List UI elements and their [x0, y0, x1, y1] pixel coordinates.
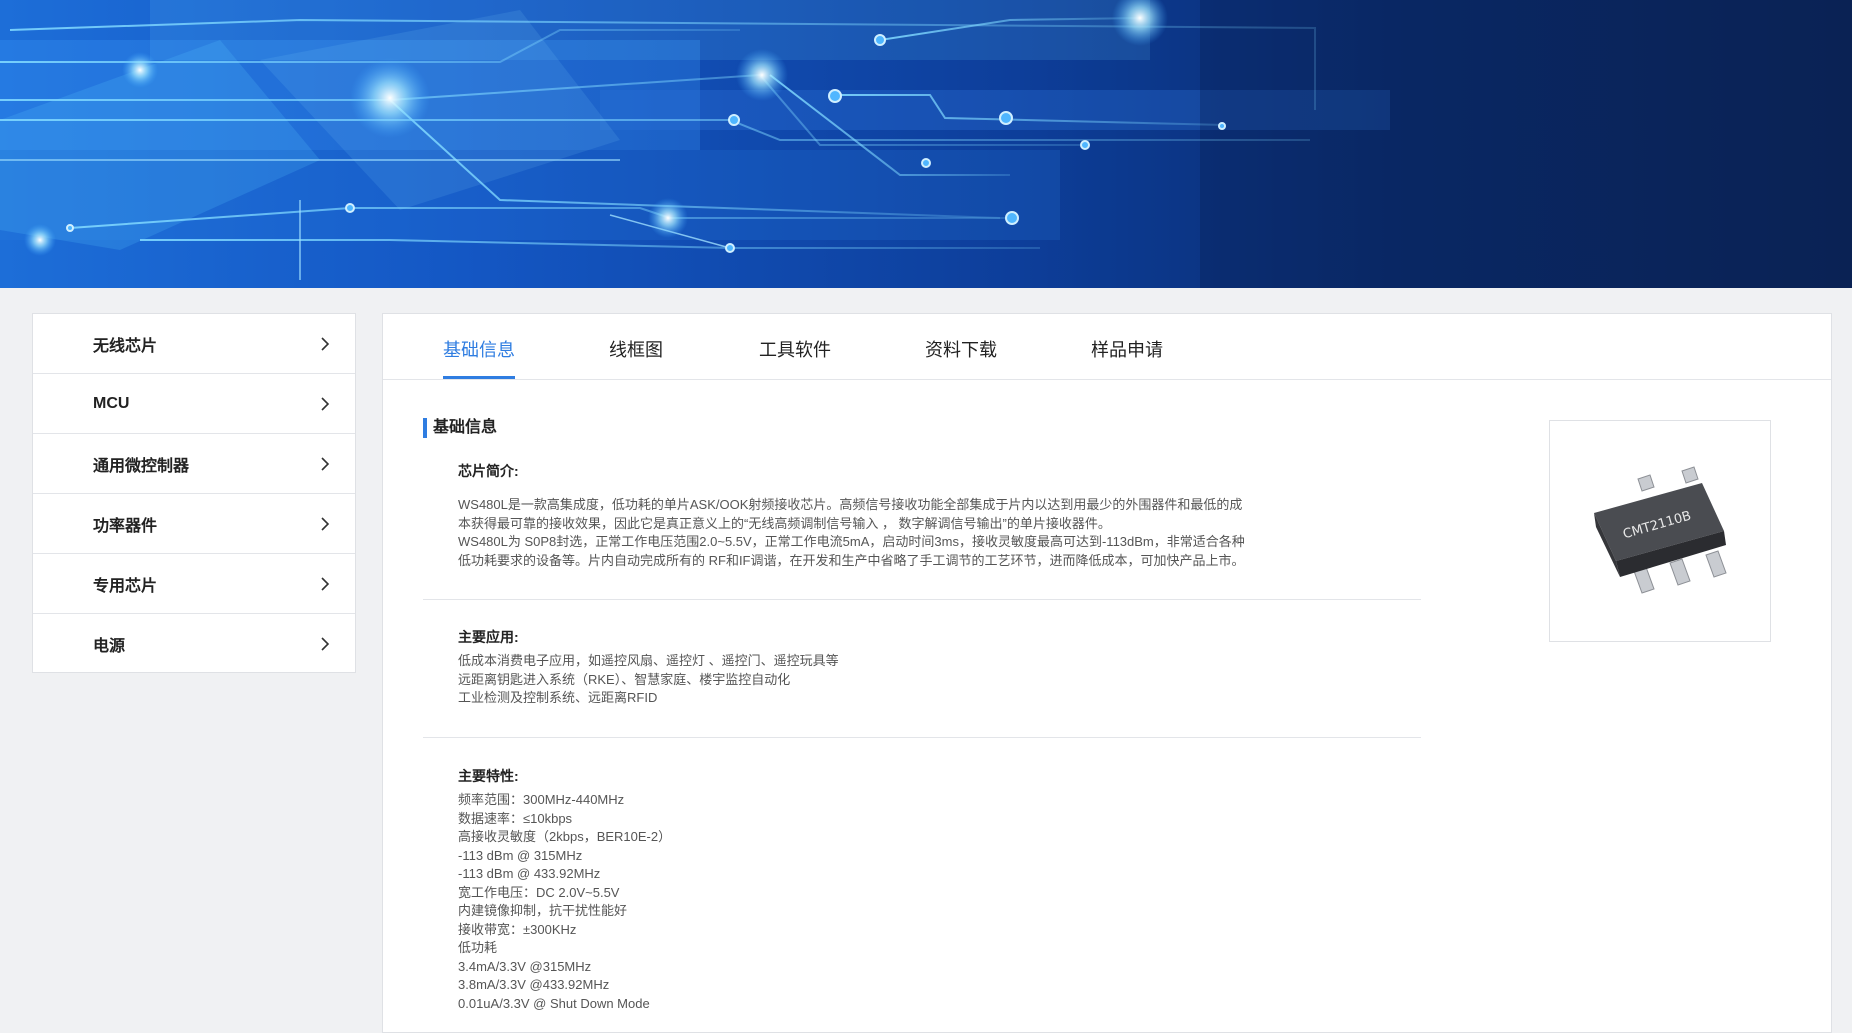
hero-banner [0, 0, 1852, 288]
intro-text: WS480L是一款高集成度，低功耗的单片ASK/OOK射频接收芯片。高频信号接收… [458, 496, 1245, 570]
sidebar-item-label: 功率器件 [93, 517, 158, 535]
tab-sample-request[interactable]: 样品申请 [1091, 336, 1163, 376]
sidebar-item-power-supply[interactable]: 电源 [33, 614, 355, 674]
sidebar-item-label: 电源 [93, 638, 126, 655]
intro-line: WS480L为 S0P8封选，正常工作电压范围2.0~5.5V，正常工作电流5m… [458, 534, 1245, 549]
intro-title: 芯片简介: [458, 463, 519, 479]
feature-line: 低功耗 [458, 940, 498, 955]
feature-line: 0.01uA/3.3V @ Shut Down Mode [458, 995, 650, 1011]
tab-wireframe[interactable]: 线框图 [609, 336, 663, 376]
category-sidebar: 无线芯片 MCU 通用微控制器 功率器件 专用芯片 电源 [32, 313, 356, 673]
feature-line: 3.8mA/3.3V @433.92MHz [458, 977, 610, 992]
feature-line: -113 dBm @ 433.92MHz [458, 866, 601, 881]
features-title: 主要特性: [458, 768, 519, 784]
sidebar-item-label: 通用微控制器 [93, 457, 190, 475]
applications-title: 主要应用: [458, 629, 519, 645]
chevron-right-icon [321, 637, 330, 651]
feature-line: 内建镜像抑制，抗干扰性能好 [458, 903, 628, 918]
feature-line: -113 dBm @ 315MHz [458, 847, 583, 863]
intro-line: 本获得最可靠的接收效果，因此它是真正意义上的“无线高频调制信号输入 ， 数字解调… [458, 515, 1111, 531]
tab-basic-info[interactable]: 基础信息 [443, 336, 515, 379]
feature-line: 3.4mA/3.3V @315MHz [458, 958, 592, 974]
chevron-right-icon [321, 576, 330, 591]
chevron-right-icon [321, 396, 330, 411]
tab-downloads[interactable]: 资料下载 [925, 336, 997, 376]
tab-bar: 基础信息 线框图 工具软件 资料下载 样品申请 [383, 314, 1831, 380]
feature-line: 数据速率：≤10kbps [458, 810, 573, 826]
chevron-right-icon [321, 336, 330, 351]
chevron-right-icon [321, 516, 330, 531]
application-line: 低成本消费电子应用，如遥控风扇、遥控灯 、遥控门、遥控玩具等 [458, 653, 839, 668]
divider [423, 737, 1421, 738]
sidebar-item-label: MCU [93, 394, 130, 412]
intro-line: WS480L是一款高集成度，低功耗的单片ASK/OOK射频接收芯片。高频信号接收… [458, 497, 1243, 512]
application-line: 远距离钥匙进入系统（RKE）、智慧家庭、楼宇监控自动化 [458, 671, 791, 687]
chevron-right-icon [321, 456, 330, 471]
product-image: CMT2110B [1549, 420, 1771, 642]
sidebar-item-label: 无线芯片 [93, 337, 158, 355]
sidebar-item-wireless-chip[interactable]: 无线芯片 [33, 314, 355, 374]
product-detail-panel: 基础信息 线框图 工具软件 资料下载 样品申请 基础信息 芯片简介: WS480… [382, 313, 1832, 1033]
circuit-graphic [0, 0, 1852, 288]
feature-line: 接收带宽：±300KHz [458, 921, 577, 937]
sidebar-item-label: 专用芯片 [93, 577, 158, 595]
applications-text: 低成本消费电子应用，如遥控风扇、遥控灯 、遥控门、遥控玩具等 远距离钥匙进入系统… [458, 652, 839, 708]
application-line: 工业检测及控制系统、远距离RFID [458, 690, 658, 705]
divider [423, 599, 1421, 600]
feature-line: 宽工作电压：DC 2.0V~5.5V [458, 884, 620, 900]
sidebar-item-general-mcu[interactable]: 通用微控制器 [33, 434, 355, 494]
feature-line: 高接收灵敏度（2kbps，BER10E-2） [458, 829, 672, 844]
tab-tool-software[interactable]: 工具软件 [759, 336, 831, 376]
sidebar-item-asic[interactable]: 专用芯片 [33, 554, 355, 614]
feature-line: 频率范围：300MHz-440MHz [458, 792, 625, 807]
sidebar-item-mcu[interactable]: MCU [33, 374, 355, 434]
features-text: 频率范围：300MHz-440MHz 数据速率：≤10kbps 高接收灵敏度（2… [458, 791, 671, 1013]
sidebar-item-power-device[interactable]: 功率器件 [33, 494, 355, 554]
chip-illustration: CMT2110B [1594, 466, 1727, 594]
section-title: 基础信息 [423, 418, 497, 438]
intro-line: 低功耗要求的设备等。片内自动完成所有的 RF和IF调谐，在开发和生产中省略了手工… [458, 552, 1245, 568]
